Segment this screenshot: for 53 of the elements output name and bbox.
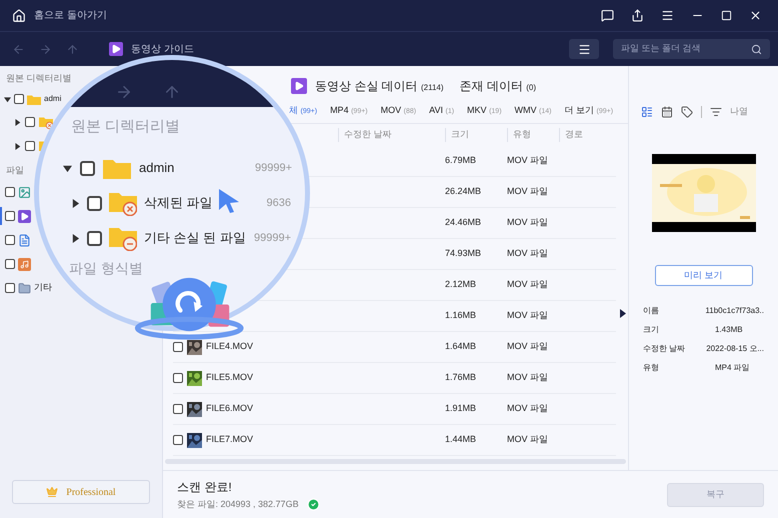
preview-button[interactable]: 미리 보기 [654, 265, 752, 286]
section-title: 원본 디렉터리별 [6, 72, 72, 85]
info-label: 유형 [643, 362, 660, 374]
info-label: 수정한 날짜 [643, 343, 686, 355]
section-title: 원본 디렉터리별 [71, 117, 180, 137]
category-item[interactable]: 기타 [34, 281, 52, 295]
table-cell-text: 2.12MB [445, 278, 478, 292]
table-cell-text: 1.44MB [445, 433, 478, 446]
table-cell-text: MOV 파일 [507, 402, 550, 416]
table-cell-text: MOV 파일 [507, 278, 550, 292]
section-title: 파일 형식별 [69, 258, 143, 278]
item-count: 9636 [266, 196, 291, 211]
file-name[interactable]: FILE7.MOV [206, 433, 254, 447]
search-field[interactable]: 파일 또는 폴더 검색 [613, 39, 770, 59]
table-cell-text: 24.46MB [445, 216, 482, 230]
table-cell-text: 1.16MB [445, 309, 478, 322]
info-value: 11b0c1c7f73a3.. [705, 305, 764, 317]
tree-item[interactable]: admin [139, 158, 247, 178]
tree-item[interactable]: admi [44, 93, 62, 105]
info-value: 2022-08-15 오... [706, 343, 764, 355]
table-cell-text: 6.79MB [445, 154, 478, 168]
tree-item[interactable]: 삭제된 파일 [144, 193, 244, 213]
table-cell-text: 26.24MB [445, 185, 482, 198]
search-input[interactable]: 파일 또는 폴더 검색 [621, 42, 751, 56]
tree-item[interactable]: 기타 손실 된 파일 [144, 228, 244, 248]
table-cell-text: MOV 파일 [507, 371, 550, 384]
data-view-tab[interactable]: 동영상 손실 데이터 (2114) [315, 77, 444, 95]
table-cell-text: MOV 파일 [507, 309, 550, 322]
table-cell-text: MOV 파일 [507, 185, 550, 198]
item-count: 99999+ [252, 230, 291, 246]
info-label: 이름 [643, 305, 660, 317]
table-cell-text: 74.93MB [445, 247, 482, 260]
data-view-tab[interactable]: 존재 데이터 (0) [460, 77, 536, 95]
table-cell-text: 1.76MB [445, 371, 478, 384]
info-label: 크기 [643, 324, 660, 336]
status-title: 스캔 완료! [177, 478, 233, 496]
table-cell-text: MOV 파일 [507, 154, 550, 168]
section-title: 파일 [6, 164, 24, 177]
table-cell-text: MOV 파일 [507, 216, 550, 230]
table-cell-text: MOV 파일 [507, 340, 550, 354]
table-cell-text: 1.64MB [445, 340, 478, 354]
status-summary: 찾은 파일: 204993 , 382.77GB [177, 498, 299, 511]
info-value: 1.43MB [715, 324, 743, 336]
table-cell-text: MOV 파일 [507, 433, 550, 446]
item-count: 99999+ [255, 160, 292, 176]
file-name[interactable]: FILE5.MOV [206, 371, 254, 385]
table-cell-text: 1.91MB [445, 402, 478, 416]
file-name[interactable]: FILE4.MOV [206, 340, 254, 354]
table-cell-text: MOV 파일 [507, 247, 550, 260]
info-value: MP4 파일 [715, 362, 750, 374]
home-label[interactable]: 홈으로 돌아가기 [34, 8, 107, 23]
file-name[interactable]: FILE6.MOV [206, 402, 254, 416]
video-guide-link[interactable]: 동영상 가이드 [131, 42, 194, 56]
